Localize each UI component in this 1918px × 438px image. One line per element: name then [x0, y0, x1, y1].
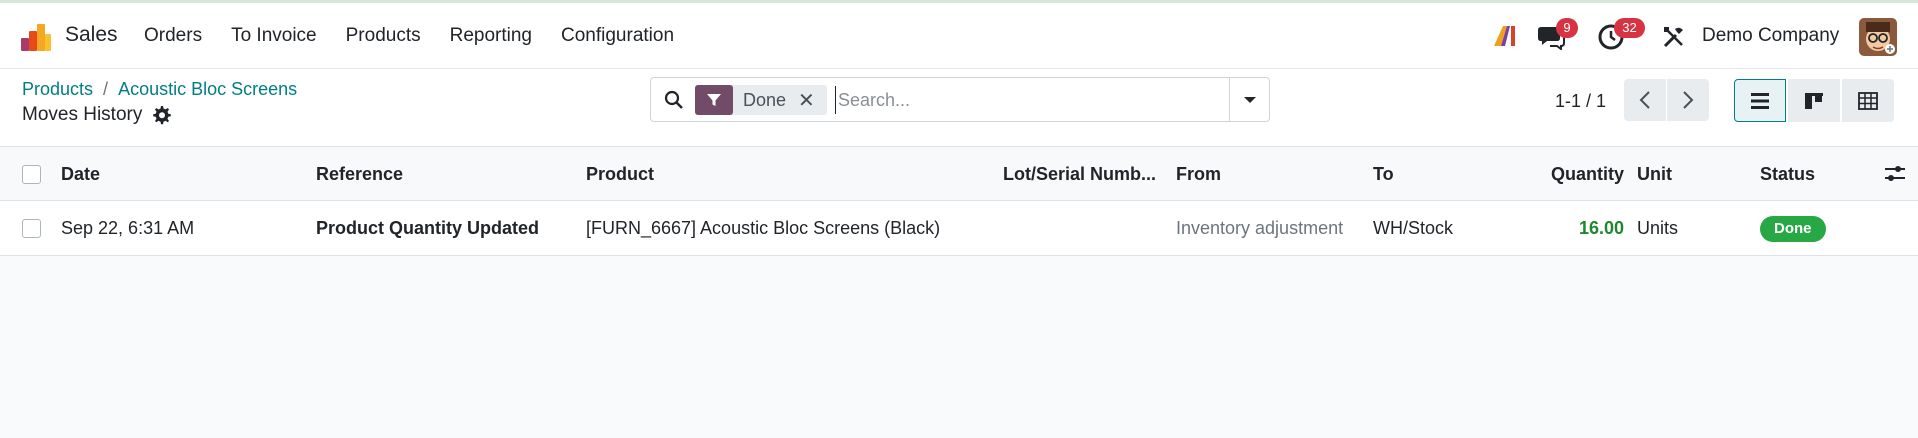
company-switcher[interactable]: Demo Company [1702, 25, 1839, 47]
breadcrumb-separator: / [103, 79, 109, 99]
cell-status: Done [1760, 201, 1860, 255]
ai-icon[interactable] [1492, 24, 1518, 48]
status-badge: Done [1760, 216, 1826, 243]
app-name[interactable]: Sales [65, 23, 118, 47]
column-header-reference[interactable]: Reference [316, 147, 576, 201]
page-title: Moves History [22, 104, 143, 125]
menu-configuration[interactable]: Configuration [561, 25, 674, 47]
control-panel: Products / Acoustic Bloc Screens Moves His… [0, 68, 1918, 146]
cell-product: [FURN_6667] Acoustic Bloc Screens (Black… [586, 218, 941, 238]
search-facet: Done ✕ [695, 85, 827, 115]
kanban-view-icon [1805, 92, 1823, 109]
moves-table: Date Reference Product Lot/Serial Numb..… [0, 146, 1918, 256]
close-icon[interactable]: ✕ [798, 88, 827, 113]
breadcrumb-products[interactable]: Products [22, 79, 93, 99]
cell-reference[interactable]: Product Quantity Updated [316, 201, 576, 255]
search-bar: Done ✕ [650, 77, 1270, 122]
column-header-to[interactable]: To [1373, 147, 1493, 201]
row-checkbox[interactable] [22, 219, 41, 238]
breadcrumb: Products / Acoustic Bloc Screens [22, 79, 297, 100]
table-header: Date Reference Product Lot/Serial Numb..… [0, 146, 1918, 201]
column-header-product[interactable]: Product [586, 147, 986, 201]
chevron-left-icon [1639, 91, 1650, 109]
column-header-unit[interactable]: Unit [1637, 147, 1747, 201]
tools-icon[interactable] [1662, 25, 1686, 49]
activities-badge: 32 [1614, 18, 1645, 38]
pivot-view-button[interactable] [1842, 79, 1894, 122]
select-all-checkbox[interactable] [22, 165, 41, 184]
breadcrumb-product[interactable]: Acoustic Bloc Screens [118, 79, 297, 99]
messages-badge: 9 [1556, 18, 1578, 38]
cell-date: Sep 22, 6:31 AM [61, 218, 195, 238]
column-header-date[interactable]: Date [61, 147, 301, 201]
list-view-icon [1751, 92, 1769, 109]
column-header-quantity[interactable]: Quantity [1500, 147, 1624, 201]
menu-orders[interactable]: Orders [144, 25, 202, 47]
column-header-lot[interactable]: Lot/Serial Numb... [1003, 147, 1165, 201]
gear-icon[interactable] [151, 105, 171, 125]
pager-value[interactable]: 1-1 / 1 [1555, 91, 1606, 112]
column-options-icon[interactable] [1884, 164, 1906, 184]
top-navbar: Sales Orders To Invoice Products Reporti… [0, 0, 1918, 68]
caret-down-icon [1243, 96, 1256, 103]
menu-to-invoice[interactable]: To Invoice [231, 25, 317, 47]
cell-to: WH/Stock [1373, 218, 1454, 238]
sales-app-icon[interactable] [20, 20, 52, 52]
main-menu: Orders To Invoice Products Reporting Con… [144, 25, 703, 47]
cell-quantity: 16.00 [1578, 218, 1624, 238]
list-view-button[interactable] [1734, 79, 1786, 122]
pager-next-button[interactable] [1667, 79, 1709, 121]
cell-from: Inventory adjustment [1176, 218, 1344, 238]
user-avatar[interactable] [1859, 18, 1897, 56]
cell-lot [1003, 201, 1165, 255]
search-options-toggle[interactable] [1229, 78, 1269, 121]
filter-icon [695, 85, 733, 115]
search-input[interactable] [835, 86, 1235, 114]
pivot-view-icon [1858, 91, 1878, 110]
kanban-view-button[interactable] [1788, 79, 1840, 122]
table-row[interactable]: Sep 22, 6:31 AM Product Quantity Updated… [0, 201, 1918, 256]
pager-previous-button[interactable] [1624, 79, 1666, 121]
facet-label: Done [743, 89, 787, 110]
cell-unit: Units [1637, 218, 1679, 238]
column-header-from[interactable]: From [1176, 147, 1366, 201]
menu-products[interactable]: Products [346, 25, 421, 47]
menu-reporting[interactable]: Reporting [450, 25, 532, 47]
column-header-status[interactable]: Status [1760, 147, 1860, 201]
chevron-right-icon [1683, 91, 1694, 109]
search-icon[interactable] [664, 90, 684, 110]
